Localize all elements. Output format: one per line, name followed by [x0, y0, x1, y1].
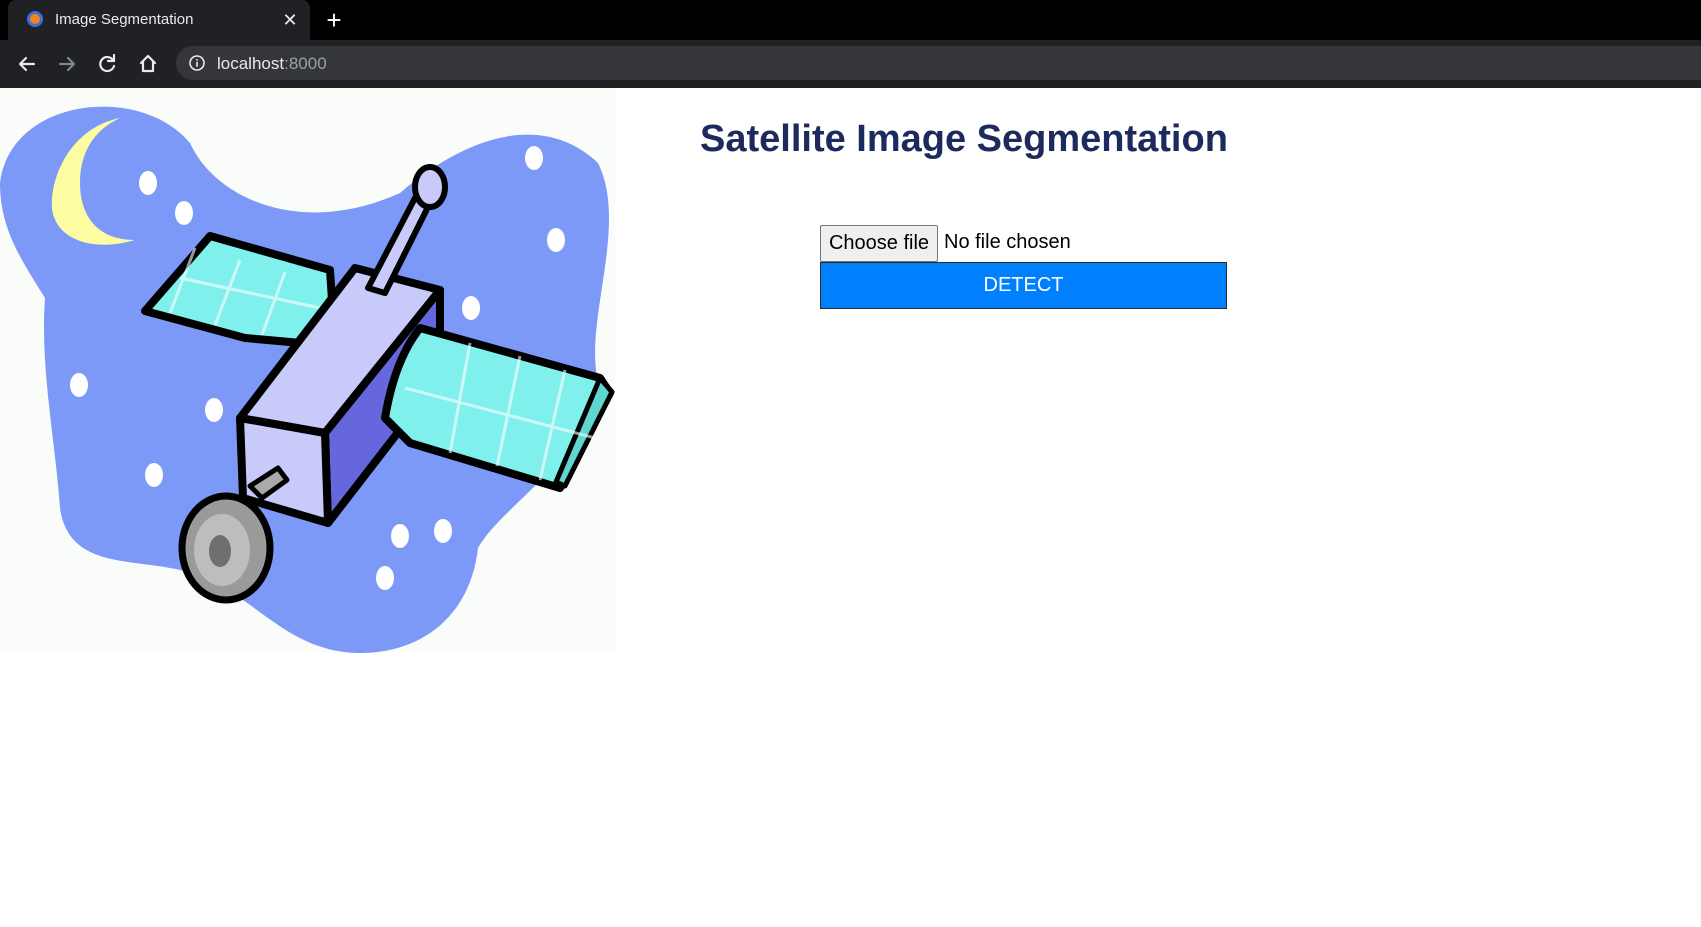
firefox-logo-icon [27, 11, 43, 27]
browser-toolbar: localhost:8000 [0, 40, 1701, 128]
plus-icon[interactable]: + [322, 7, 346, 33]
arrow-left-icon[interactable] [13, 50, 41, 78]
url-text: localhost:8000 [217, 54, 327, 74]
choose-file-button[interactable]: Choose file [820, 225, 938, 262]
page-title: Satellite Image Segmentation [700, 118, 1228, 160]
address-bar[interactable]: localhost:8000 [176, 46, 1701, 80]
browser-tab[interactable]: Image Segmentation ✕ [8, 0, 310, 40]
reload-icon[interactable] [93, 50, 121, 78]
detect-button[interactable]: DETECT [820, 262, 1227, 309]
tab-title: Image Segmentation [55, 11, 194, 28]
satellite-illustration [0, 88, 615, 653]
file-status: No file chosen [944, 231, 1071, 253]
arrow-right-icon[interactable] [53, 50, 81, 78]
page-content: Satellite Image Segmentation Choose file… [0, 88, 1701, 927]
home-icon[interactable] [134, 50, 162, 78]
info-icon[interactable] [189, 55, 205, 71]
url-port: :8000 [284, 54, 327, 73]
url-host: localhost [217, 54, 285, 73]
tab-strip: Image Segmentation ✕ + [0, 0, 1701, 40]
close-icon[interactable]: ✕ [280, 10, 300, 30]
